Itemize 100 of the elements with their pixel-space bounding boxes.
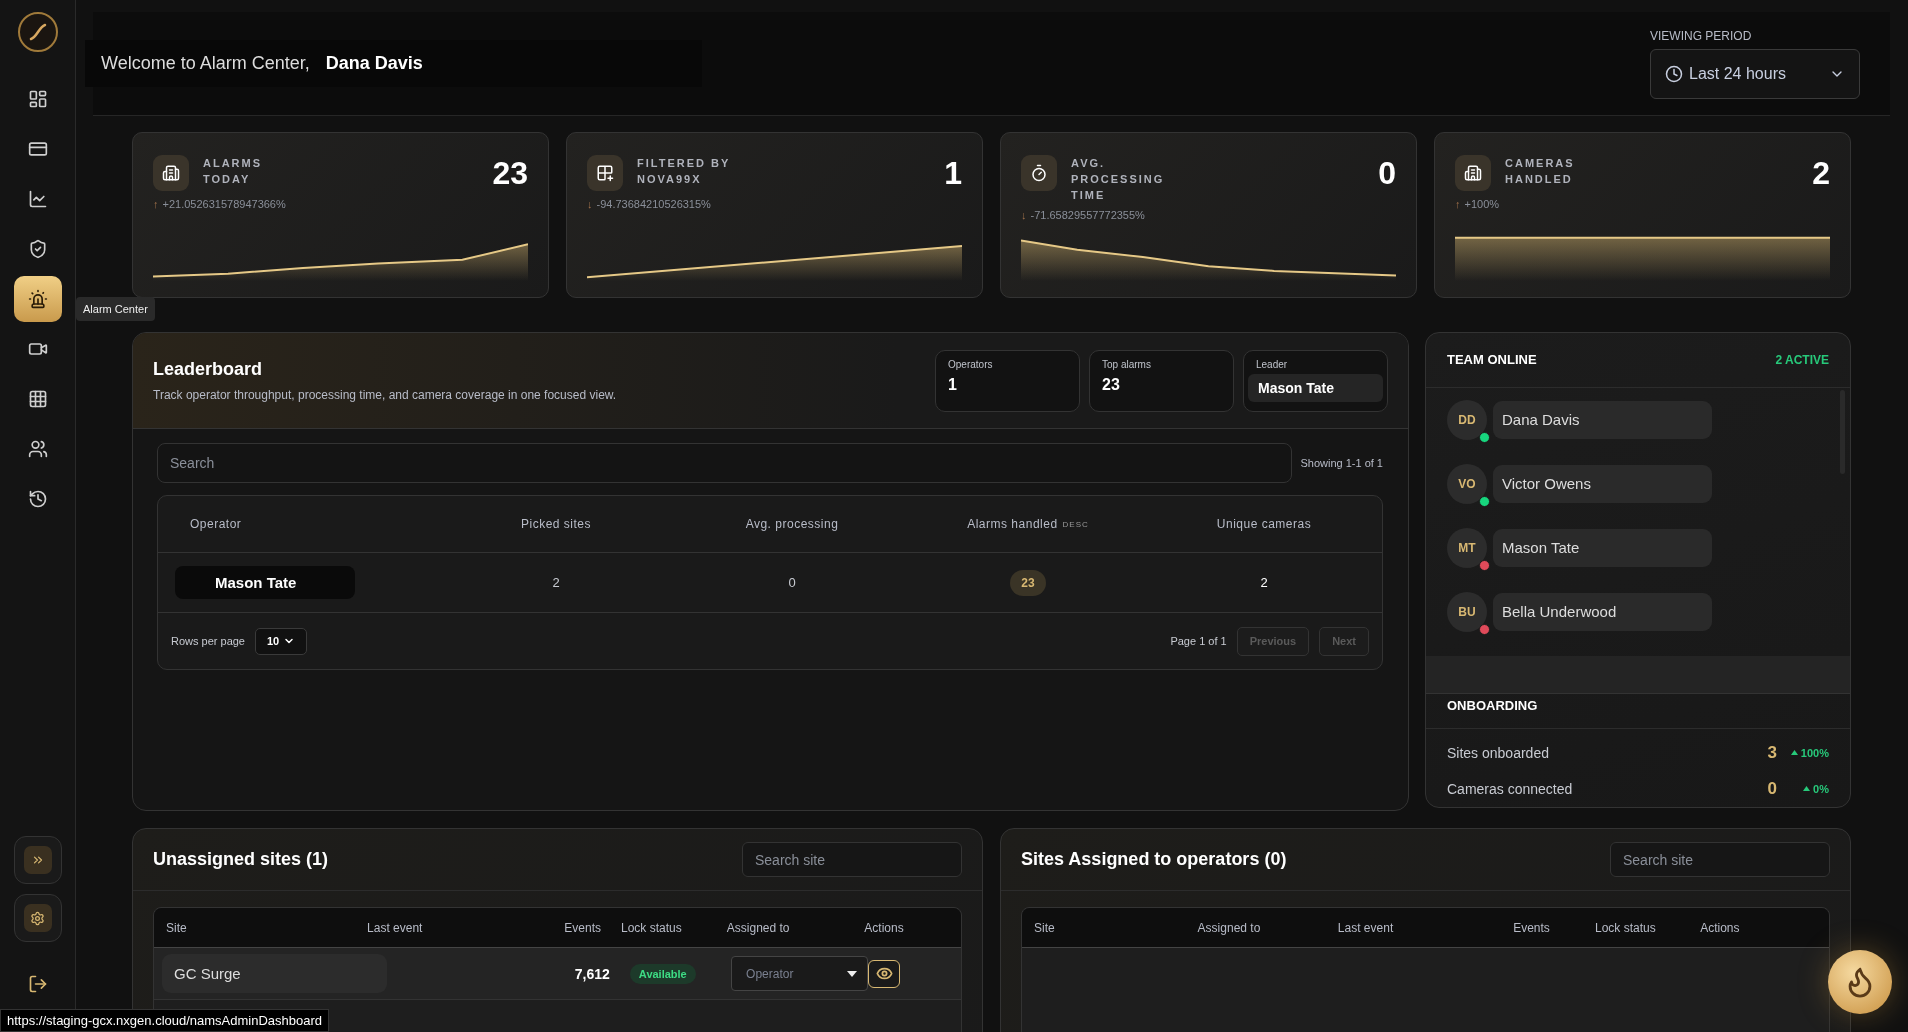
column-header: Site [1034, 920, 1056, 935]
column-header: Actions [864, 920, 905, 935]
viewing-period-select[interactable]: Last 24 hours [1650, 48, 1860, 99]
showing-count: Showing 1-1 of 1 [1300, 457, 1383, 469]
column-header: Events [563, 920, 602, 935]
column-header: Lock status [621, 920, 683, 935]
member-name: Dana Davis [1493, 400, 1712, 439]
page-info: Page 1 of 1 [1170, 635, 1227, 647]
stat-label: ALARMS TODAY [203, 156, 264, 187]
column-header[interactable]: Unique cameras [1146, 517, 1382, 531]
history-icon [27, 489, 48, 509]
stopwatch-icon [1030, 164, 1048, 182]
settings-button[interactable] [13, 894, 62, 942]
avatar: VO [1447, 463, 1487, 504]
stat-value: 0 [1378, 155, 1396, 192]
column-header[interactable]: Alarms handled [967, 517, 1058, 531]
page-size-select[interactable]: 10 [255, 627, 307, 655]
stat-value: 23 [492, 155, 528, 192]
triangle-up-icon [1803, 786, 1811, 792]
onboarding-change: 0% [1777, 783, 1829, 795]
stat-value: 1 [944, 155, 962, 192]
table-cell-text: 2 [551, 575, 561, 590]
assistant-button[interactable] [1828, 950, 1892, 1014]
summary-value: Mason Tate [1248, 373, 1383, 402]
summary-label: Operators [948, 358, 994, 370]
member-name: Mason Tate [1493, 528, 1712, 567]
alarm-count-pill: 23 [1010, 569, 1046, 596]
eye-icon [875, 965, 893, 982]
stat-change: ↑ +21.052631578947366% [153, 198, 287, 210]
team-online-title: TEAM ONLINE [1447, 352, 1537, 368]
column-header: Actions [1700, 920, 1741, 935]
active-count: 2 ACTIVE [1775, 352, 1829, 367]
site-name: GC Surge [162, 954, 387, 993]
site-search-field[interactable]: Search site [1610, 842, 1830, 877]
welcome-text: Welcome to Alarm Center, [101, 53, 310, 74]
operator-select[interactable]: Operator [731, 956, 869, 991]
summary-label: Top alarms [1102, 358, 1152, 370]
onboarding-label: Sites onboarded [1447, 745, 1549, 761]
column-header: Last event [1337, 920, 1395, 935]
grid-plus-icon [596, 164, 614, 182]
building-icon [1464, 164, 1482, 182]
caret-icon [847, 970, 858, 977]
logout-icon [27, 974, 48, 994]
summary-value: 23 [1102, 375, 1121, 394]
sites-title: Unassigned sites (1) [153, 849, 329, 870]
siren-nav-button[interactable] [13, 276, 62, 322]
stat-change: ↓ -94.73684210526315% [587, 198, 712, 210]
settings-icon [30, 910, 45, 926]
clock-icon [1665, 64, 1683, 83]
avatar: BU [1447, 591, 1487, 632]
line-chart-icon [27, 189, 48, 209]
events-count: 7,612 [573, 965, 611, 982]
summary-label: Leader [1256, 358, 1289, 370]
onboarding-value: 0 [1766, 779, 1777, 799]
column-header: Assigned to [726, 920, 791, 935]
column-header: Assigned to [1197, 920, 1262, 935]
operator-name: Mason Tate [175, 566, 355, 599]
member-name: Victor Owens [1493, 464, 1712, 503]
member-name: Bella Underwood [1493, 592, 1712, 631]
viewing-period-label: VIEWING PERIOD [1650, 28, 1753, 43]
stat-label: AVG. PROCESSING TIME [1071, 156, 1166, 203]
stat-change: ↑ +100% [1455, 198, 1501, 210]
table-cell-text: 0 [787, 575, 797, 590]
dashboard-icon [27, 89, 48, 109]
onboarding-label: Cameras connected [1447, 781, 1573, 797]
table-cell-text: 2 [1259, 575, 1269, 590]
stat-change: ↓ -71.65829557772355% [1021, 209, 1146, 221]
stat-label: CAMERAS HANDLED [1505, 156, 1576, 187]
triangle-up-icon [1790, 750, 1798, 756]
leaderboard-subtitle: Track operator throughput, processing time, and camera coverage in one focused view. [153, 388, 617, 402]
onboarding-title: ONBOARDING [1447, 698, 1538, 713]
column-header: Lock status [1594, 920, 1657, 935]
tooltip: Alarm Center [76, 297, 155, 321]
card-icon [27, 139, 48, 159]
users-icon [27, 439, 48, 459]
siren-icon [27, 289, 48, 309]
onboarding-value: 3 [1766, 743, 1777, 763]
column-header: Events [1513, 920, 1551, 935]
lock-status-badge: Available [629, 963, 696, 984]
column-header[interactable]: Picked sites [438, 517, 674, 531]
view-button[interactable] [868, 959, 901, 988]
summary-value: 1 [948, 375, 958, 394]
logo[interactable] [17, 12, 58, 52]
site-search-field[interactable]: Search site [742, 842, 962, 877]
column-header[interactable]: Avg. processing [674, 517, 910, 531]
user-name: Dana Davis [325, 53, 423, 74]
rows-per-page-label: Rows per page [171, 635, 245, 647]
search-field[interactable]: Search [157, 443, 1293, 483]
sort-indicator: DESC [1062, 519, 1089, 529]
stat-label: FILTERED BY NOVA99X [637, 156, 732, 187]
building-icon [162, 164, 180, 182]
avatar: MT [1447, 527, 1487, 568]
grid-icon [27, 389, 48, 409]
onboarding-change: 100% [1777, 747, 1829, 759]
avatar: DD [1447, 399, 1487, 440]
column-header[interactable]: Operator [158, 517, 438, 531]
status-url: https://staging-gcx.nxgen.cloud/namsAdminDashboard [0, 1009, 330, 1032]
column-header: Last event [367, 920, 424, 935]
stat-value: 2 [1812, 155, 1830, 192]
leaderboard-title: Leaderboard [153, 359, 264, 380]
